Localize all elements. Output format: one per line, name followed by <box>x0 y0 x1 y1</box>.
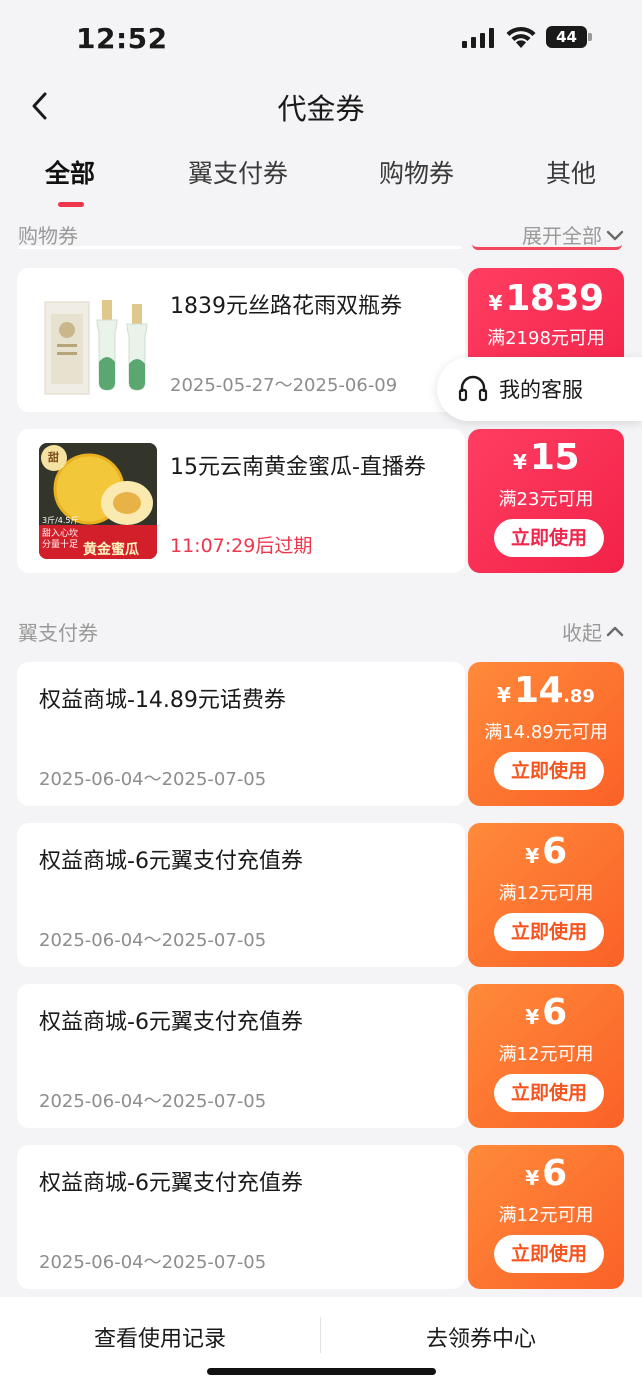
coupon-condition: 满23元可用 <box>498 489 594 510</box>
melon-weight: 3斤/4.5斤 <box>42 516 79 525</box>
nav-bar: 代金券 <box>0 78 642 134</box>
currency-symbol: ¥ <box>497 683 511 707</box>
section-title-shopping: 购物券 <box>18 224 78 248</box>
coupon-title: 15元云南黄金蜜瓜-直播券 <box>170 455 426 480</box>
home-indicator[interactable] <box>207 1368 436 1375</box>
coupon-info: 权益商城-6元翼支付充值券 2025-06-04～2025-07-05 <box>17 1145 465 1289</box>
coupon-amount: 14 <box>513 670 564 711</box>
coupon-info: 权益商城-14.89元话费券 2025-06-04～2025-07-05 <box>17 662 465 806</box>
coupon-card[interactable]: 权益商城-6元翼支付充值券 2025-06-04～2025-07-05 ¥ 6 … <box>17 823 624 967</box>
coupon-value-panel: ¥ 6 满12元可用 立即使用 <box>468 1145 624 1289</box>
coupon-amount-decimal: .89 <box>563 686 595 707</box>
customer-service-label: 我的客服 <box>499 378 583 402</box>
coupon-validity: 2025-06-04～2025-07-05 <box>39 1252 267 1273</box>
coupon-condition: 满12元可用 <box>498 883 594 904</box>
customer-service-button[interactable]: 我的客服 <box>437 357 642 421</box>
coupon-info: 甜 3斤/4.5斤 甜入心坎 分量十足 黄金蜜瓜 15元云南黄金蜜瓜-直播券 1… <box>17 429 465 573</box>
chevron-down-icon <box>606 230 624 240</box>
currency-symbol: ¥ <box>525 1005 540 1029</box>
coupon-title: 权益商城-14.89元话费券 <box>39 688 286 713</box>
coupon-amount: 15 <box>529 437 580 478</box>
page-title: 代金券 <box>277 92 365 126</box>
currency-symbol: ¥ <box>488 291 503 315</box>
battery-icon: 44 <box>546 26 592 48</box>
headset-icon <box>458 375 488 402</box>
coupon-condition: 满14.89元可用 <box>484 722 608 743</box>
coupon-title: 权益商城-6元翼支付充值券 <box>39 1171 303 1196</box>
wifi-icon <box>506 26 536 48</box>
melon-banner: 黄金蜜瓜 <box>83 542 139 558</box>
coupon-validity: 2025-06-04～2025-07-05 <box>39 1091 267 1112</box>
tab-active-indicator <box>58 202 84 207</box>
coupon-value-panel: ¥ 6 满12元可用 立即使用 <box>468 823 624 967</box>
coupon-value-panel: ¥ 15 满23元可用 立即使用 <box>468 429 624 573</box>
coupon-card[interactable]: 权益商城-6元翼支付充值券 2025-06-04～2025-07-05 ¥ 6 … <box>17 984 624 1128</box>
bottom-action-bar: 查看使用记录 去领券中心 <box>0 1297 642 1389</box>
coupon-title: 权益商城-6元翼支付充值券 <box>39 1010 303 1035</box>
tab-bar: 全部 翼支付券 购物券 其他 <box>0 148 642 210</box>
status-bar: 12:52 44 <box>0 0 642 78</box>
coupon-amount: 1839 <box>505 278 604 319</box>
use-now-button[interactable]: 立即使用 <box>494 519 604 557</box>
currency-symbol: ¥ <box>512 450 527 474</box>
coupon-validity: 2025-06-04～2025-07-05 <box>39 930 267 951</box>
coupon-amount: 6 <box>542 831 567 872</box>
tab-other[interactable]: 其他 <box>546 154 596 190</box>
tab-all[interactable]: 全部 <box>45 154 95 190</box>
battery-level: 44 <box>546 26 587 48</box>
coupon-center-button[interactable]: 去领券中心 <box>321 1321 641 1353</box>
coupon-info: 权益商城-6元翼支付充值券 2025-06-04～2025-07-05 <box>17 984 465 1128</box>
collapse-button[interactable]: 收起 <box>562 617 626 646</box>
product-image-melon: 甜 3斤/4.5斤 甜入心坎 分量十足 黄金蜜瓜 <box>39 443 157 559</box>
chevron-up-icon <box>606 626 624 636</box>
status-time: 12:52 <box>76 22 168 55</box>
currency-symbol: ¥ <box>525 844 540 868</box>
coupon-card[interactable]: 权益商城-14.89元话费券 2025-06-04～2025-07-05 ¥ 1… <box>17 662 624 806</box>
coupon-condition: 满12元可用 <box>498 1205 594 1226</box>
coupon-value-panel: ¥ 6 满12元可用 立即使用 <box>468 984 624 1128</box>
coupon-validity: 2025-06-04～2025-07-05 <box>39 769 267 790</box>
melon-tag: 甜 <box>48 451 59 464</box>
cellular-signal-icon <box>462 28 494 48</box>
currency-symbol: ¥ <box>525 1166 540 1190</box>
coupon-amount: 6 <box>542 992 567 1033</box>
coupon-condition: 满2198元可用 <box>487 328 605 349</box>
coupon-amount: 6 <box>542 1153 567 1194</box>
coupon-card[interactable]: 权益商城-6元翼支付充值券 2025-06-04～2025-07-05 ¥ 6 … <box>17 1145 624 1289</box>
stacked-card-edge <box>18 246 462 249</box>
use-now-button[interactable]: 立即使用 <box>494 1074 604 1112</box>
section-header-pay: 翼支付券 收起 <box>0 609 642 653</box>
tab-pay-coupons[interactable]: 翼支付券 <box>188 154 288 190</box>
stacked-card-edge-red <box>472 244 622 250</box>
coupon-value-panel: ¥ 14 .89 满14.89元可用 立即使用 <box>468 662 624 806</box>
coupon-expire-countdown: 11:07:29后过期 <box>170 535 313 557</box>
section-title-pay: 翼支付券 <box>18 621 98 645</box>
view-usage-records-button[interactable]: 查看使用记录 <box>0 1321 320 1353</box>
product-image-wine <box>39 282 157 398</box>
coupon-title: 权益商城-6元翼支付充值券 <box>39 849 303 874</box>
melon-slogan: 甜入心坎 分量十足 <box>42 529 79 550</box>
collapse-label: 收起 <box>562 621 602 645</box>
coupon-info: 1839元丝路花雨双瓶券 2025-05-27～2025-06-09 <box>17 268 465 412</box>
use-now-button[interactable]: 立即使用 <box>494 913 604 951</box>
tab-shopping-coupons[interactable]: 购物券 <box>379 154 454 190</box>
coupon-condition: 满12元可用 <box>498 1044 594 1065</box>
coupon-validity: 2025-05-27～2025-06-09 <box>170 375 398 396</box>
coupon-title: 1839元丝路花雨双瓶券 <box>170 294 402 319</box>
coupon-info: 权益商城-6元翼支付充值券 2025-06-04～2025-07-05 <box>17 823 465 967</box>
use-now-button[interactable]: 立即使用 <box>494 1235 604 1273</box>
coupon-card[interactable]: 甜 3斤/4.5斤 甜入心坎 分量十足 黄金蜜瓜 15元云南黄金蜜瓜-直播券 1… <box>17 429 624 573</box>
use-now-button[interactable]: 立即使用 <box>494 752 604 790</box>
